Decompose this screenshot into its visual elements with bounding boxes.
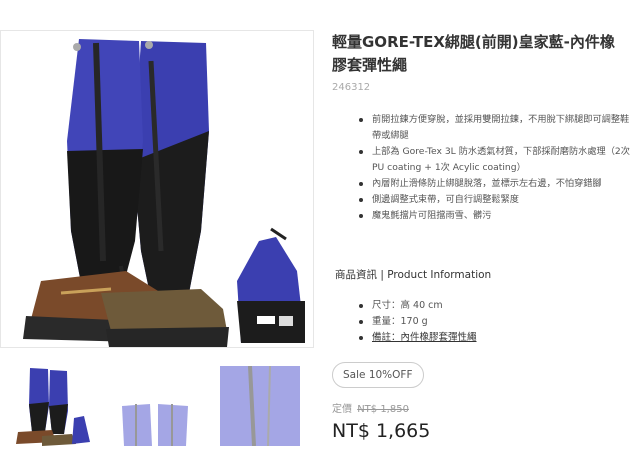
spec-list: 尺寸：高 40 cm 重量：170 g 備註：內件橡膠套彈性繩 xyxy=(352,298,612,346)
sale-badge: Sale 10%OFF xyxy=(332,362,424,388)
gaiter-thumb-front-icon xyxy=(122,404,188,446)
feature-item: 側邊調整式束帶，可自行調整鬆緊度 xyxy=(352,192,632,208)
feature-item: 前開拉鍊方便穿脫，並採用雙開拉鍊，不用脫下綁腿即可調整鞋帶或綁腿 xyxy=(352,112,632,144)
feature-item: 上部為 Gore-Tex 3L 防水透氣材質，下部採耐磨防水處理（2次 PU c… xyxy=(352,144,632,176)
main-product-image[interactable] xyxy=(0,30,314,348)
thumbnail-3[interactable] xyxy=(220,366,300,446)
original-price-label: 定價 xyxy=(332,404,352,415)
thumbnail-1[interactable] xyxy=(12,366,92,446)
thumbnail-strip xyxy=(0,366,314,454)
gaiter-product-photo xyxy=(23,39,305,347)
product-sku: 246312 xyxy=(332,82,371,93)
spec-note: 備註：內件橡膠套彈性繩 xyxy=(352,330,612,346)
spec-weight: 重量：170 g xyxy=(352,314,612,330)
thumbnail-2[interactable] xyxy=(116,366,196,446)
feature-item: 魔鬼氈擋片可阻擋雨雪、髒污 xyxy=(352,208,632,224)
original-price: 定價 NT$ 1,850 xyxy=(332,400,409,415)
sale-price: NT$ 1,665 xyxy=(332,420,431,442)
spec-note-link[interactable]: 備註：內件橡膠套彈性繩 xyxy=(372,332,477,343)
product-title: 輕量GORE-TEX綁腿(前開)皇家藍-內件橡膠套彈性繩 xyxy=(332,33,615,74)
gaiter-thumb-worn-icon xyxy=(16,368,90,446)
product-info-heading: 商品資訊 | Product Information xyxy=(335,269,492,281)
feature-item: 內層附止滑條防止綁腿脫落，並標示左右邊，不怕穿錯腳 xyxy=(352,176,632,192)
gaiter-thumb-detail-icon xyxy=(220,366,300,446)
feature-list: 前開拉鍊方便穿脫，並採用雙開拉鍊，不用脫下綁腿即可調整鞋帶或綁腿 上部為 Gor… xyxy=(352,112,632,224)
original-price-value: NT$ 1,850 xyxy=(357,404,409,415)
spec-size: 尺寸：高 40 cm xyxy=(352,298,612,314)
